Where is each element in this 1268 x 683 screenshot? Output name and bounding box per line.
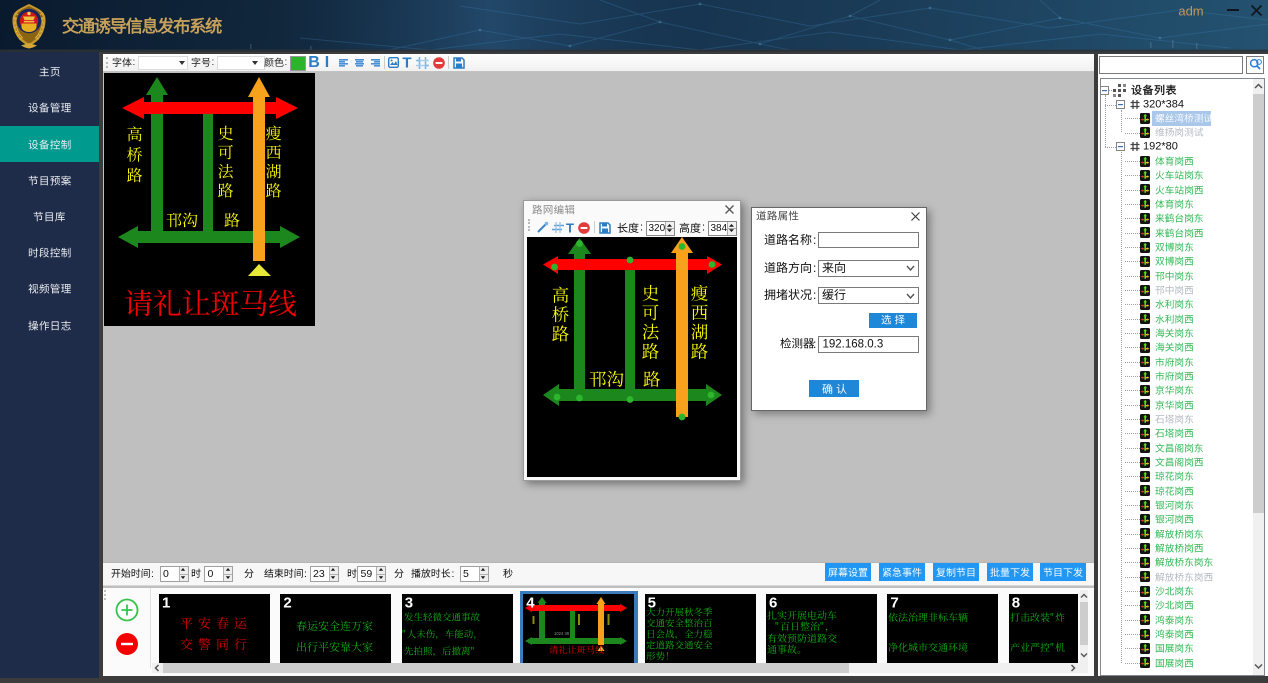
svg-text:1024 39: 1024 39 <box>554 631 570 636</box>
